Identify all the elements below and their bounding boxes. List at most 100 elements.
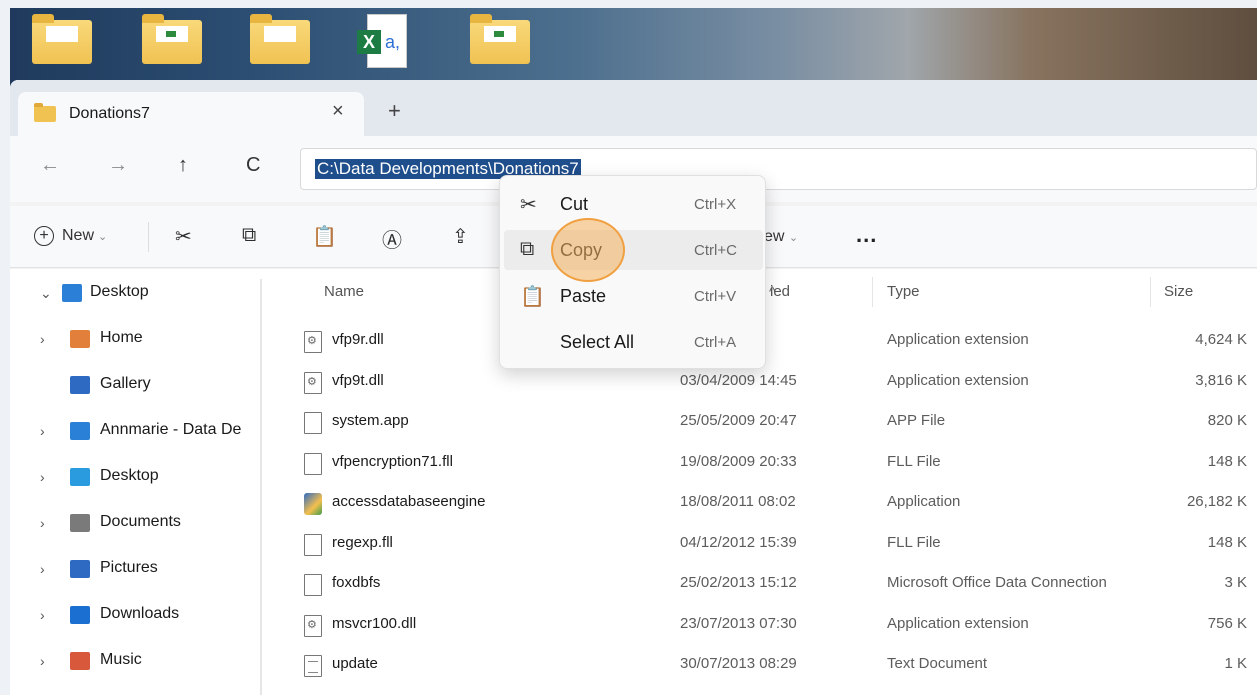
- file-row[interactable]: regexp.fll 04/12/2012 15:39 FLL File 148 K: [274, 524, 1257, 564]
- paste-icon[interactable]: 📋: [312, 224, 337, 249]
- column-name[interactable]: Name: [324, 283, 364, 300]
- menu-item-select-all[interactable]: Select All Ctrl+A: [504, 322, 763, 362]
- file-row[interactable]: vfpencryption71.fll 19/08/2009 20:33 FLL F…: [274, 443, 1257, 483]
- file-row[interactable]: system.app 25/05/2009 20:47 APP File 820 K: [274, 402, 1257, 442]
- menu-item-label: Select All: [560, 332, 635, 352]
- tab-close-button[interactable]: ×: [332, 100, 344, 123]
- chevron-icon[interactable]: ›: [40, 607, 45, 623]
- file-row[interactable]: vfp9t.dll 03/04/2009 14:45 Application ext…: [274, 362, 1257, 402]
- sidebar-item-label: Gallery: [100, 375, 151, 392]
- file-icon: [304, 533, 322, 556]
- click-highlight: [551, 218, 625, 282]
- sidebar-item[interactable]: › Home: [10, 323, 260, 359]
- file-icon: [304, 452, 322, 475]
- desktop-folder-icon[interactable]: [32, 14, 92, 64]
- title-bar: Donations7 × +: [10, 80, 1257, 136]
- file-size: 1 K: [1224, 655, 1247, 672]
- file-size: 26,182 K: [1186, 493, 1247, 510]
- desktop-folder-icon[interactable]: [470, 14, 530, 64]
- chevron-icon[interactable]: ›: [40, 515, 45, 531]
- column-size[interactable]: Size: [1164, 283, 1193, 300]
- file-explorer-window: Donations7 × + ← → ↑ C C:\Data Developme…: [10, 80, 1257, 695]
- file-size: 148 K: [1207, 452, 1247, 470]
- file-name: vfp9r.dll: [332, 331, 384, 348]
- chevron-icon[interactable]: ›: [40, 423, 45, 439]
- column-divider[interactable]: [872, 277, 873, 307]
- new-tab-button[interactable]: +: [388, 98, 401, 124]
- file-date: 18/08/2011 08:02: [680, 493, 796, 510]
- file-size: 4,624 K: [1195, 331, 1247, 348]
- file-name: vfp9t.dll: [332, 371, 384, 389]
- up-button[interactable]: ↑: [178, 154, 188, 177]
- column-modified[interactable]: ied: [770, 283, 790, 300]
- refresh-button[interactable]: C: [246, 154, 260, 177]
- file-row[interactable]: msvcr100.dll 23/07/2013 07:30 Application …: [274, 605, 1257, 645]
- file-date: 25/05/2009 20:47: [680, 412, 797, 429]
- pane-divider[interactable]: [260, 279, 262, 695]
- menu-item-shortcut: Ctrl+X: [694, 196, 737, 213]
- sidebar-item[interactable]: ⌄ Desktop: [10, 277, 260, 313]
- sidebar-item-label: Pictures: [100, 559, 158, 576]
- gallery-icon: [70, 376, 90, 394]
- chevron-icon[interactable]: ›: [40, 561, 45, 577]
- sidebar-item[interactable]: › Music: [10, 645, 260, 681]
- file-size: 148 K: [1207, 533, 1247, 551]
- sidebar-item[interactable]: › Documents: [10, 507, 260, 543]
- column-type[interactable]: Type: [887, 283, 920, 300]
- column-divider[interactable]: [1150, 277, 1151, 307]
- menu-item-paste[interactable]: 📋 Paste Ctrl+V: [504, 276, 763, 316]
- menu-item-shortcut: Ctrl+V: [694, 288, 737, 305]
- file-row[interactable]: foxdbfs 25/02/2013 15:12 Microsoft Office …: [274, 564, 1257, 604]
- sidebar-item-label: Desktop: [100, 467, 159, 484]
- excel-file-icon[interactable]: Xa,: [355, 14, 411, 68]
- new-button[interactable]: + New ⌄: [34, 226, 107, 246]
- menu-item-label: Cut: [560, 194, 589, 214]
- file-date: 25/02/2013 15:12: [680, 574, 797, 591]
- file-size: 3 K: [1224, 574, 1247, 591]
- file-name: msvcr100.dll: [332, 614, 417, 632]
- chevron-icon[interactable]: ›: [40, 653, 45, 669]
- desktop-folder-icon[interactable]: [142, 14, 202, 64]
- file-date: 19/08/2009 20:33: [680, 452, 797, 470]
- copy-icon[interactable]: ⧉: [242, 224, 256, 247]
- tab-donations7[interactable]: Donations7 ×: [18, 92, 364, 136]
- dll-file-icon: [304, 614, 322, 637]
- address-bar[interactable]: C:\Data Developments\Donations7: [300, 148, 1257, 190]
- chevron-icon[interactable]: ⌄: [40, 285, 52, 302]
- sidebar-item[interactable]: › Pictures: [10, 553, 260, 589]
- cut-icon[interactable]: ✂: [175, 224, 192, 249]
- sidebar-item[interactable]: › Desktop: [10, 461, 260, 497]
- file-row[interactable]: accessdatabaseengine 18/08/2011 08:02 Appl…: [274, 483, 1257, 523]
- chevron-icon[interactable]: ›: [40, 331, 45, 347]
- cut-icon: ✂: [520, 194, 537, 216]
- file-size: 756 K: [1207, 614, 1247, 632]
- file-row[interactable]: update 30/07/2013 08:29 Text Document 1 K: [274, 645, 1257, 685]
- file-date: 30/07/2013 08:29: [680, 655, 797, 672]
- sidebar-item[interactable]: Gallery: [10, 369, 260, 405]
- file-date: 03/04/2009 14:45: [680, 371, 797, 389]
- file-size: 820 K: [1207, 412, 1247, 429]
- rename-icon[interactable]: Ⓐ: [382, 224, 402, 253]
- sidebar-item[interactable]: › Downloads: [10, 599, 260, 635]
- sidebar-item[interactable]: › Annmarie - Data De: [10, 415, 260, 451]
- dll-file-icon: [304, 331, 322, 353]
- chevron-icon[interactable]: ›: [40, 469, 45, 485]
- music-icon: [70, 652, 90, 670]
- sidebar-item-label: Music: [100, 651, 142, 668]
- file-type: Application extension: [887, 331, 1029, 348]
- chevron-down-icon: ⌄: [98, 231, 108, 243]
- desktop-icon: [62, 284, 82, 302]
- menu-item-cut[interactable]: ✂ Cut Ctrl+X: [504, 184, 763, 224]
- tab-title: Donations7: [69, 105, 150, 122]
- more-options-button[interactable]: ...: [856, 222, 877, 248]
- desktop-folder-icon[interactable]: [250, 14, 310, 64]
- menu-item-copy[interactable]: ⧉CopyCtrl+C: [504, 230, 763, 270]
- view-button[interactable]: ew ⌄: [764, 228, 798, 246]
- sidebar-item-label: Annmarie - Data De: [100, 421, 242, 438]
- sidebar-item-label: Downloads: [100, 605, 180, 622]
- back-button[interactable]: ←: [40, 154, 60, 177]
- file-type: Application: [887, 493, 961, 510]
- share-icon[interactable]: ⇪: [452, 224, 469, 249]
- forward-button[interactable]: →: [108, 154, 128, 177]
- file-type: Application extension: [887, 371, 1029, 389]
